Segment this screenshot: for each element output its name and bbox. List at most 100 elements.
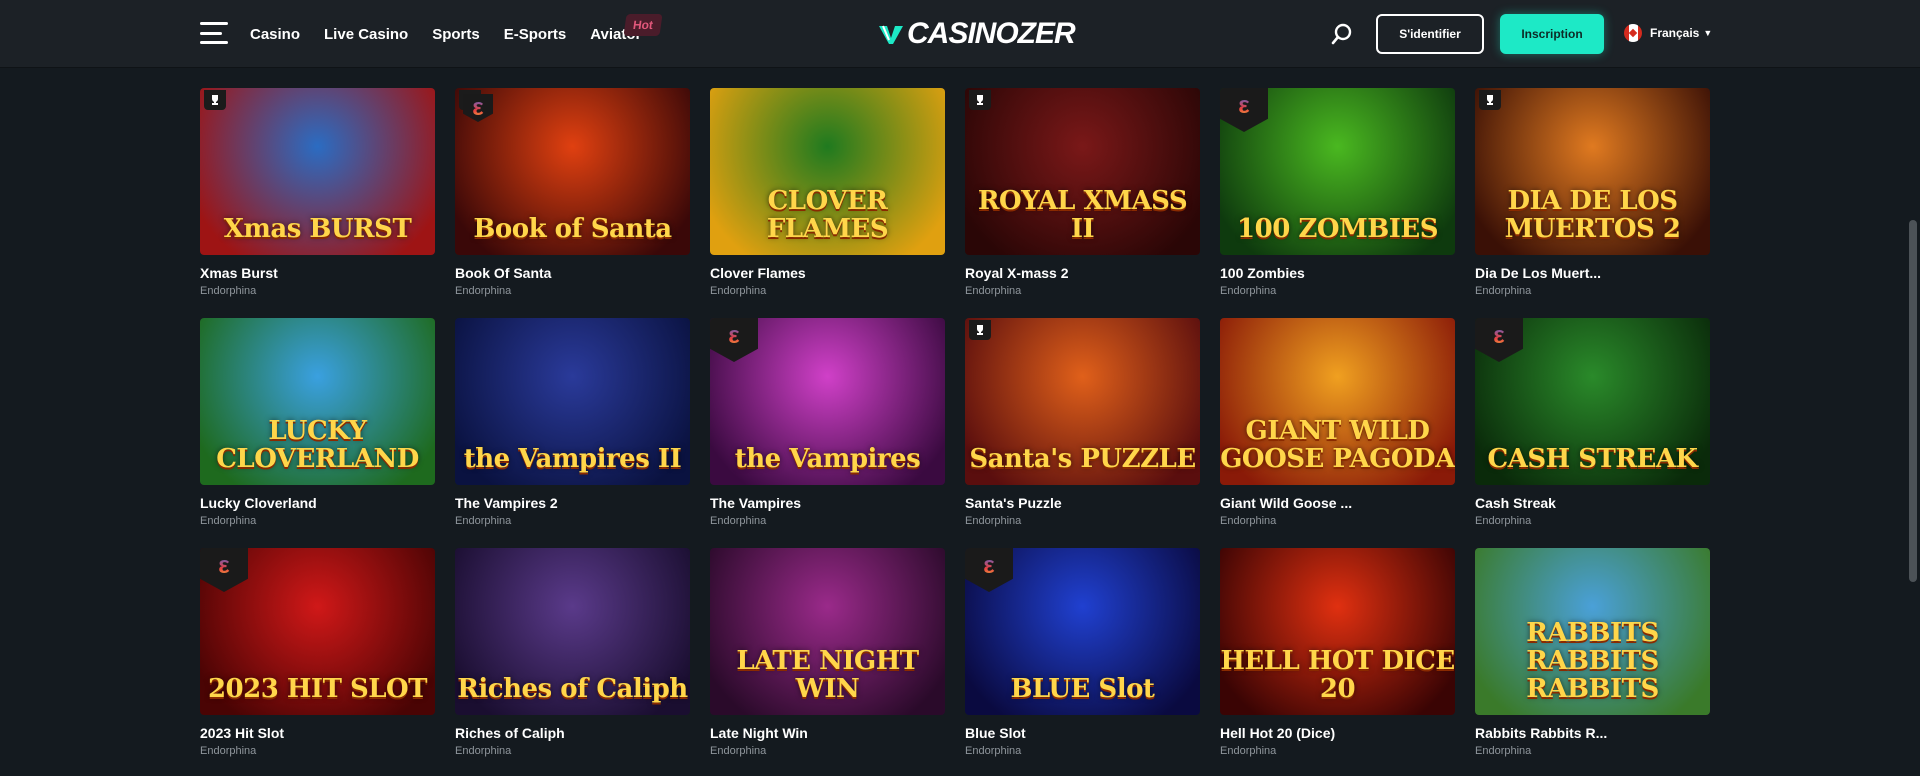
game-name[interactable]: Clover Flames (710, 265, 945, 281)
nav-sports[interactable]: Sports (432, 26, 480, 43)
game-name[interactable]: Xmas Burst (200, 265, 435, 281)
game-name[interactable]: Hell Hot 20 (Dice) (1220, 725, 1455, 741)
game-art-title: DIA DE LOS MUERTOS 2 (1504, 186, 1681, 244)
game-provider: Endorphina (455, 745, 512, 757)
game-card[interactable]: Book of Santa ε Book Of Santa Endorphina (455, 88, 690, 297)
search-icon[interactable] (1330, 22, 1354, 46)
logo-mark-icon (879, 25, 903, 44)
game-name[interactable]: Rabbits Rabbits R... (1475, 725, 1710, 741)
trophy-icon (969, 90, 991, 110)
game-card[interactable]: GIANT WILD GOOSE PAGODA Giant Wild Goose … (1220, 318, 1455, 527)
game-thumbnail[interactable]: CASH STREAK ε (1475, 318, 1710, 485)
game-provider: Endorphina (1220, 285, 1277, 297)
nav-esports[interactable]: E-Sports (504, 26, 567, 43)
game-thumbnail[interactable]: 2023 HIT SLOT ε (200, 548, 435, 715)
game-thumbnail[interactable]: LATE NIGHT WIN (710, 548, 945, 715)
game-provider: Endorphina (710, 745, 767, 757)
game-card[interactable]: the Vampires ε The Vampires Endorphina (710, 318, 945, 527)
game-card[interactable]: the Vampires II The Vampires 2 Endorphina (455, 318, 690, 527)
game-provider: Endorphina (200, 745, 257, 757)
game-name[interactable]: The Vampires (710, 495, 945, 511)
game-thumbnail[interactable]: HELL HOT DICE 20 (1220, 548, 1455, 715)
game-name[interactable]: Cash Streak (1475, 495, 1710, 511)
game-thumbnail[interactable]: Xmas BURST (200, 88, 435, 255)
game-card[interactable]: ROYAL XMASS II Royal X-mass 2 Endorphina (965, 88, 1200, 297)
game-provider: Endorphina (1475, 745, 1532, 757)
scrollbar-thumb[interactable] (1909, 220, 1917, 582)
game-thumbnail[interactable]: Santa's PUZZLE (965, 318, 1200, 485)
endorphina-icon: ε (710, 318, 758, 362)
game-card[interactable]: LATE NIGHT WIN Late Night Win Endorphina (710, 548, 945, 757)
game-name[interactable]: The Vampires 2 (455, 495, 690, 511)
game-card[interactable]: CLOVER FLAMES Clover Flames Endorphina (710, 88, 945, 297)
game-provider: Endorphina (1475, 515, 1532, 527)
endorphina-icon: ε (200, 548, 248, 592)
game-card[interactable]: LUCKY CLOVERLAND Lucky Cloverland Endorphi… (200, 318, 435, 527)
game-name[interactable]: 2023 Hit Slot (200, 725, 435, 741)
game-thumbnail[interactable]: 100 ZOMBIES ε (1220, 88, 1455, 255)
game-name[interactable]: Late Night Win (710, 725, 945, 741)
game-card[interactable]: 2023 HIT SLOT ε 2023 Hit Slot Endorphina (200, 548, 435, 757)
game-thumbnail[interactable]: Book of Santa ε (455, 88, 690, 255)
game-card[interactable]: Riches of Caliph Riches of Caliph Endorphi… (455, 548, 690, 757)
game-card[interactable]: Xmas BURST Xmas Burst Endorphina (200, 88, 435, 297)
game-name[interactable]: Lucky Cloverland (200, 495, 435, 511)
trophy-icon (969, 320, 991, 340)
login-button[interactable]: S'identifier (1376, 14, 1484, 54)
hot-badge: Hot (623, 14, 663, 36)
game-art-title: Xmas BURST (223, 214, 412, 244)
game-card[interactable]: 100 ZOMBIES ε 100 Zombies Endorphina (1220, 88, 1455, 297)
site-logo[interactable]: CASINOZER (877, 16, 1076, 52)
game-name[interactable]: 100 Zombies (1220, 265, 1455, 281)
game-provider: Endorphina (200, 285, 257, 297)
game-card[interactable]: BLUE Slot ε Blue Slot Endorphina (965, 548, 1200, 757)
game-thumbnail[interactable]: LUCKY CLOVERLAND (200, 318, 435, 485)
menu-icon[interactable] (200, 22, 228, 44)
game-art-title: the Vampires (734, 444, 921, 474)
game-name[interactable]: Dia De Los Muert... (1475, 265, 1710, 281)
game-card[interactable]: Santa's PUZZLE Santa's Puzzle Endorphina (965, 318, 1200, 527)
game-art-title: 2023 HIT SLOT (207, 674, 428, 704)
top-header: Casino Live Casino Sports E-Sports Aviat… (0, 0, 1920, 68)
game-provider: Endorphina (1475, 285, 1532, 297)
game-thumbnail[interactable]: ROYAL XMASS II (965, 88, 1200, 255)
game-thumbnail[interactable]: RABBITS RABBITS RABBITS (1475, 548, 1710, 715)
signup-button[interactable]: Inscription (1500, 14, 1604, 54)
endorphina-icon: ε (1475, 318, 1523, 362)
game-thumbnail[interactable]: BLUE Slot ε (965, 548, 1200, 715)
game-thumbnail[interactable]: GIANT WILD GOOSE PAGODA (1220, 318, 1455, 485)
endorphina-icon: ε (1220, 88, 1268, 132)
game-thumbnail[interactable]: Riches of Caliph (455, 548, 690, 715)
nav-live-casino[interactable]: Live Casino (324, 26, 408, 43)
game-thumbnail[interactable]: CLOVER FLAMES (710, 88, 945, 255)
game-card[interactable]: HELL HOT DICE 20 Hell Hot 20 (Dice) Endorp… (1220, 548, 1455, 757)
canada-flag-icon (1624, 24, 1642, 42)
language-selector[interactable]: Français ▼ (1624, 24, 1712, 42)
game-art-title: RABBITS RABBITS RABBITS (1526, 618, 1659, 704)
game-provider: Endorphina (200, 515, 257, 527)
game-thumbnail[interactable]: DIA DE LOS MUERTOS 2 (1475, 88, 1710, 255)
nav-casino[interactable]: Casino (250, 26, 300, 43)
game-name[interactable]: Blue Slot (965, 725, 1200, 741)
game-name[interactable]: Santa's Puzzle (965, 495, 1200, 511)
endorphina-icon: ε (463, 94, 493, 122)
game-card[interactable]: DIA DE LOS MUERTOS 2 Dia De Los Muert... E… (1475, 88, 1710, 297)
game-card[interactable]: CASH STREAK ε Cash Streak Endorphina (1475, 318, 1710, 527)
game-card[interactable]: RABBITS RABBITS RABBITS Rabbits Rabbits R… (1475, 548, 1710, 757)
game-art-title: ROYAL XMASS II (977, 186, 1188, 244)
game-name[interactable]: Riches of Caliph (455, 725, 690, 741)
game-name[interactable]: Book Of Santa (455, 265, 690, 281)
game-thumbnail[interactable]: the Vampires ε (710, 318, 945, 485)
game-provider: Endorphina (710, 285, 767, 297)
trophy-icon (1479, 90, 1501, 110)
game-art-title: Santa's PUZZLE (969, 444, 1196, 474)
scrollbar[interactable] (1906, 68, 1920, 776)
game-name[interactable]: Royal X-mass 2 (965, 265, 1200, 281)
game-provider: Endorphina (1220, 515, 1277, 527)
game-art-title: 100 ZOMBIES (1237, 214, 1438, 244)
game-art-title: GIANT WILD GOOSE PAGODA (1220, 416, 1455, 474)
game-thumbnail[interactable]: the Vampires II (455, 318, 690, 485)
endorphina-icon: ε (965, 548, 1013, 592)
game-art-title: LATE NIGHT WIN (736, 646, 919, 704)
game-name[interactable]: Giant Wild Goose ... (1220, 495, 1455, 511)
